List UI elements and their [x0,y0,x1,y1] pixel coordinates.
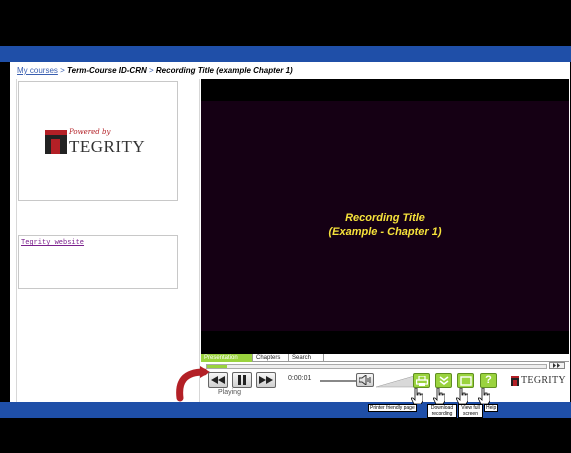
logo-panel: Powered by TEGRITY [18,81,178,201]
fast-forward-button[interactable] [256,372,276,388]
bottom-black-band [0,418,571,453]
hand-pointer-icon [478,388,490,404]
logo-brand: TEGRITY [69,137,146,156]
links-panel: Tegrity website [18,235,178,289]
tegrity-website-link[interactable]: Tegrity website [21,239,84,247]
video-title-line2: (Example - Chapter 1) [328,226,442,238]
tooltip-help: Help [484,404,499,412]
tegrity-t-icon [45,130,67,154]
curved-arrow-icon [176,366,210,402]
top-blue-band [0,46,571,62]
printer-friendly-button[interactable] [413,373,430,388]
fullscreen-icon [460,376,472,386]
tooltip-printer-friendly: Printer friendly page [368,404,417,412]
help-button[interactable]: ? [480,373,497,388]
video-title-line1: Recording Title [345,212,425,224]
volume-track[interactable] [320,380,356,382]
tooltip-view-full-screen: View full screen [458,404,483,418]
left-panel: Powered by TEGRITY Tegrity website [16,79,200,402]
view-full-screen-button[interactable] [457,373,474,388]
breadcrumb-recording: Recording Title (example Chapter 1) [155,66,293,75]
tab-search[interactable]: Search [289,354,324,362]
pause-button[interactable] [232,372,252,388]
help-icon: ? [485,374,492,386]
fast-forward-icon [259,376,273,384]
logo-powered-by: Powered by [69,128,111,136]
volume-slider[interactable] [376,374,414,388]
download-icon [439,376,449,385]
rewind-icon [211,376,225,384]
hand-pointer-icon [456,388,468,404]
pause-icon [238,375,246,385]
speaker-icon [358,374,371,386]
playback-progress-fill [207,365,228,368]
printer-icon [416,376,428,386]
player-tabs: Presentation Chapters Search [201,354,569,362]
tegrity-logo: Powered by TEGRITY [45,128,165,158]
tegrity-player-page: My courses > Term-Course ID-CRN > Record… [10,62,570,402]
tegrity-small-logo: TEGRITY [511,375,569,387]
hand-pointer-icon [411,388,423,404]
breadcrumb: My courses > Term-Course ID-CRN > Record… [17,66,293,75]
breadcrumb-course: Term-Course ID-CRN [67,66,147,75]
video-player[interactable]: Recording Title (Example - Chapter 1) [201,79,569,354]
tab-presentation[interactable]: Presentation [201,354,253,362]
playback-status: Playing [218,389,241,396]
video-screen[interactable]: Recording Title (Example - Chapter 1) [201,101,569,331]
breadcrumb-my-courses[interactable]: My courses [17,66,58,75]
small-logo-brand: TEGRITY [521,375,566,386]
rewind-button[interactable] [208,372,228,388]
tooltip-download-recording: Download recording [427,404,457,418]
video-title: Recording Title (Example - Chapter 1) [201,211,569,239]
mute-button[interactable] [356,373,374,387]
double-arrow-icon [553,363,560,368]
playback-time: 0:00:01 [288,375,312,382]
download-recording-button[interactable] [435,373,452,388]
breadcrumb-separator: > [149,66,154,75]
hand-pointer-icon [433,388,445,404]
tegrity-t-icon [511,376,519,386]
breadcrumb-separator: > [60,66,65,75]
tab-chapters[interactable]: Chapters [253,354,289,362]
expand-controls-button[interactable] [549,362,565,369]
top-black-band [0,0,571,46]
playback-progress-bar[interactable] [206,364,547,369]
